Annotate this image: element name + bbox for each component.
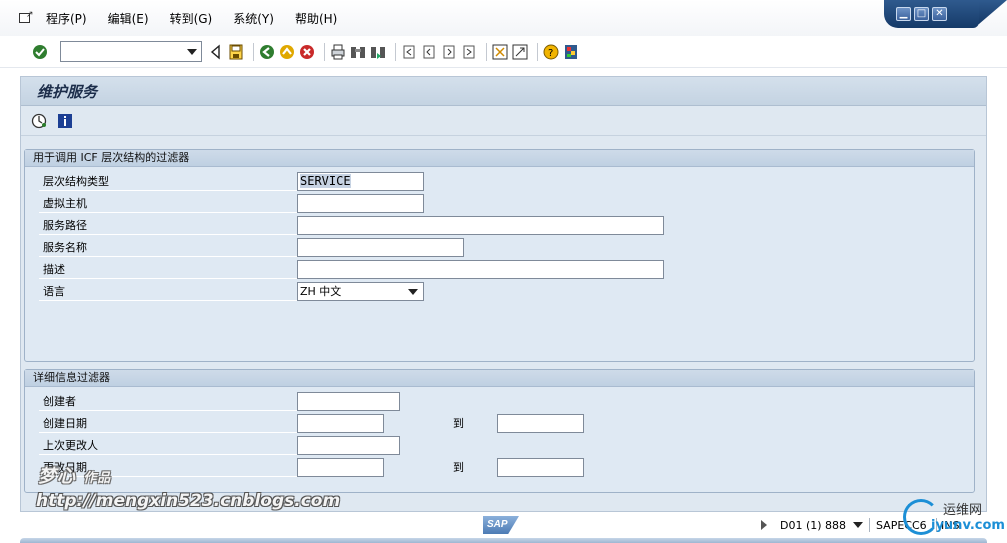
sap-logo: SAP [483,516,519,534]
changed-on-from-field[interactable] [297,458,384,477]
form-row: 上次更改人 [25,436,974,458]
last-changed-by-field[interactable] [297,436,400,455]
form-row: 创建日期 到 [25,414,974,436]
field-label: 上次更改人 [39,436,309,455]
field-label: 虚拟主机 [39,194,309,213]
field-label: 服务名称 [39,238,309,257]
to-label: 到 [453,461,464,474]
customize-layout-icon[interactable] [563,44,579,60]
changed-on-to-field[interactable] [497,458,584,477]
to-label: 到 [453,417,464,430]
service-path-field[interactable] [297,216,664,235]
chevron-down-icon[interactable] [853,522,863,528]
site-name: 运维网 [943,503,983,518]
blog-url-watermark: http://mengxin523.cnblogs.com [36,491,341,511]
standard-toolbar: ? [0,36,1007,68]
group-title: 用于调用 ICF 层次结构的过滤器 [25,150,974,167]
print-icon[interactable] [330,44,346,60]
form-row: 创建者 [25,392,974,414]
form-row: 服务名称 [25,238,974,260]
title-bar: 维护服务 [21,77,986,106]
close-button[interactable]: ✕ [932,7,947,21]
field-label: 描述 [39,260,309,279]
author-watermark: 梦心 作品 [38,462,111,488]
toolbar-separator [324,42,325,61]
enter-icon[interactable] [32,44,48,60]
description-field[interactable] [297,260,664,279]
find-next-icon[interactable] [370,44,386,60]
back-icon[interactable] [259,44,275,60]
field-label: 语言 [39,282,309,301]
toolbar-separator [253,42,254,61]
page-title: 维护服务 [37,82,98,101]
session-menu-icon[interactable]: ↗ [18,11,34,25]
command-field[interactable] [60,41,202,62]
group-title: 详细信息过滤器 [25,370,974,387]
site-url: iyunv.com [931,518,1005,533]
status-separator [869,518,870,532]
execute-icon[interactable] [31,113,47,129]
system-info: D01 (1) 888 [780,519,847,532]
bottom-frame [20,538,987,543]
field-label: 服务路径 [39,216,309,235]
author-suffix: 作品 [83,471,112,486]
last-page-icon[interactable] [461,44,477,60]
hierarchy-type-field[interactable]: SERVICE [297,172,424,191]
exit-icon[interactable] [279,44,295,60]
form-row: 描述 [25,260,974,282]
maximize-button[interactable]: □ [914,7,929,21]
author-name: 梦心 [38,466,76,487]
save-icon[interactable] [228,44,244,60]
created-by-field[interactable] [297,392,400,411]
created-on-from-field[interactable] [297,414,384,433]
menu-goto[interactable]: 转到(G) [170,10,213,27]
main-content: 维护服务 用于调用 ICF 层次结构的过滤器 层次结构类型 SERVICE 虚拟… [20,76,987,512]
service-name-field[interactable] [297,238,464,257]
form-row: 服务路径 [25,216,974,238]
back-triangle-icon[interactable] [208,43,224,60]
create-session-icon[interactable] [492,44,508,60]
application-toolbar [21,106,986,136]
first-page-icon[interactable] [401,44,417,60]
previous-page-icon[interactable] [421,44,437,60]
chevron-down-icon[interactable] [187,49,197,55]
icf-filter-group: 用于调用 ICF 层次结构的过滤器 层次结构类型 SERVICE 虚拟主机 服务… [24,149,975,362]
menu-system[interactable]: 系统(Y) [233,10,274,27]
minimize-button[interactable]: ▁ [896,7,911,21]
form-row: 层次结构类型 SERVICE [25,172,974,194]
site-watermark: 运维网 iyunv.com [903,497,1007,539]
chevron-down-icon[interactable] [408,289,418,295]
svg-text:?: ? [548,48,553,59]
menu-bar: ↗ 程序(P) 编辑(E) 转到(G) 系统(Y) 帮助(H) [0,0,1007,36]
field-label: 创建日期 [39,414,309,433]
command-input[interactable] [61,42,181,61]
field-label: 创建者 [39,392,309,411]
cancel-icon[interactable] [299,44,315,60]
menu-help[interactable]: 帮助(H) [295,10,337,27]
find-icon[interactable] [350,44,366,60]
virtual-host-field[interactable] [297,194,424,213]
menu-program[interactable]: 程序(P) [46,10,87,27]
language-select[interactable]: ZH 中文 [297,282,424,301]
shortcut-icon[interactable] [512,44,528,60]
next-page-icon[interactable] [441,44,457,60]
form-row: 更改日期 到 [25,458,974,480]
detail-filter-group: 详细信息过滤器 创建者 创建日期 到 上次更改人 更改日期 到 [24,369,975,493]
menu-edit[interactable]: 编辑(E) [108,10,149,27]
toolbar-separator [537,42,538,61]
field-value: SERVICE [300,174,351,188]
form-row: 虚拟主机 [25,194,974,216]
language-value: ZH 中文 [300,285,342,298]
created-on-to-field[interactable] [497,414,584,433]
window-controls: ▁ □ ✕ [884,0,979,28]
toolbar-separator [395,42,396,61]
form-row: 语言 ZH 中文 [25,282,974,304]
info-icon[interactable] [57,113,73,129]
field-label: 层次结构类型 [39,172,309,191]
toolbar-separator [486,42,487,61]
play-triangle-icon[interactable] [761,520,767,530]
help-icon[interactable]: ? [543,44,559,60]
